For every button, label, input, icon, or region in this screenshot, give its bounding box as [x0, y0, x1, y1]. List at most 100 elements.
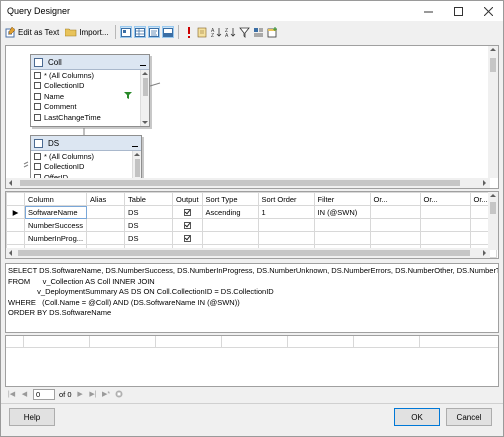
grid-cell-column[interactable]: SoftwareName: [23, 205, 88, 219]
record-number-input[interactable]: [33, 388, 55, 400]
sql-line: ORDER BY DS.SoftwareName: [8, 308, 112, 317]
footer-divider: [1, 403, 503, 404]
title-bar: Query Designer: [1, 1, 503, 21]
column-header: Alias: [86, 192, 126, 206]
verify-sql-icon[interactable]: [197, 26, 209, 38]
grid-cell-sort-order[interactable]: 1: [257, 205, 315, 219]
row-selector-arrow-icon[interactable]: ▶: [6, 205, 25, 219]
grid-row[interactable]: NumberSuccess DS: [6, 218, 497, 232]
last-record-icon[interactable]: ▶|: [89, 390, 98, 399]
column-checkbox[interactable]: [34, 152, 41, 160]
grid-horizontal-scrollbar[interactable]: [6, 248, 490, 258]
grid-cell-or[interactable]: [369, 218, 421, 232]
sort-descending-icon[interactable]: ZA: [225, 26, 237, 38]
results-pane-icon[interactable]: [161, 26, 174, 38]
grid-cell-alias[interactable]: [86, 218, 126, 232]
grid-cell-or[interactable]: [419, 218, 471, 232]
grid-cell-alias[interactable]: [86, 231, 126, 245]
import-label: Import...: [79, 27, 109, 37]
grid-cell-sort-type[interactable]: Ascending: [201, 205, 259, 219]
grid-cell-filter[interactable]: [313, 218, 371, 232]
window-title: Query Designer: [7, 6, 71, 16]
grid-vertical-scrollbar[interactable]: [488, 192, 498, 250]
edit-as-text-label: Edit as Text: [18, 27, 60, 37]
grid-cell-sort-order[interactable]: [257, 218, 315, 232]
edit-text-icon: [4, 26, 16, 38]
grid-cell-or[interactable]: [369, 205, 421, 219]
run-query-icon[interactable]: [183, 26, 195, 38]
grid-pane-icon[interactable]: [133, 26, 146, 38]
maximize-icon[interactable]: [443, 1, 473, 21]
column-checkbox[interactable]: [34, 163, 41, 171]
column-header: Table: [124, 192, 174, 206]
toolbar: Edit as Text Import... AZ Z A: [1, 21, 503, 43]
grid-cell-sort-type[interactable]: [201, 231, 259, 245]
toolbar-separator: [177, 25, 179, 39]
output-checkbox[interactable]: [183, 235, 191, 243]
results-pane[interactable]: [5, 335, 499, 387]
column-row[interactable]: CollectionID: [31, 162, 141, 173]
add-table-icon[interactable]: [267, 26, 279, 38]
grid-cell-table[interactable]: DS: [124, 205, 174, 219]
import-button[interactable]: Import...: [62, 23, 111, 41]
grid-cell-table[interactable]: DS: [124, 218, 174, 232]
svg-text:A: A: [225, 33, 229, 38]
grid-cell-filter[interactable]: IN (@SWN): [313, 205, 371, 219]
ok-button[interactable]: OK: [394, 408, 440, 426]
sort-ascending-icon[interactable]: AZ: [211, 26, 223, 38]
column-header: Output: [172, 192, 203, 206]
grid-cell-sort-order[interactable]: [257, 231, 315, 245]
grid-cell-or[interactable]: [419, 205, 471, 219]
record-navigation-bar: |◀ ◀ of 0 ▶ ▶| ▶*: [5, 387, 499, 401]
grid-row[interactable]: ▶ SoftwareName DS Ascending 1 IN (@SWN): [6, 205, 497, 219]
new-record-icon[interactable]: ▶*: [102, 390, 111, 399]
results-header-row: [6, 336, 498, 348]
group-by-icon[interactable]: [253, 26, 265, 38]
grid-row[interactable]: NumberInProg... DS: [6, 231, 497, 245]
output-checkbox[interactable]: [183, 222, 191, 230]
table-icon: [34, 138, 43, 148]
diagram-horizontal-scrollbar[interactable]: [6, 178, 490, 188]
stop-icon[interactable]: [115, 390, 124, 399]
sql-pane-icon[interactable]: [147, 26, 160, 38]
grid-cell-column[interactable]: NumberInProg...: [23, 231, 88, 245]
filter-icon[interactable]: [239, 26, 251, 38]
cancel-button[interactable]: Cancel: [446, 408, 492, 426]
sql-line: FROM v_Collection AS Coll INNER JOIN: [8, 276, 155, 286]
grid-cell-filter[interactable]: [313, 231, 371, 245]
grid-cell-table[interactable]: DS: [124, 231, 174, 245]
edit-as-text-button[interactable]: Edit as Text: [1, 23, 62, 41]
help-button[interactable]: Help: [9, 408, 55, 426]
diagram-pane[interactable]: Coll * (All Columns) CollectionID Name C…: [5, 45, 499, 189]
criteria-grid-pane[interactable]: Column Alias Table Output Sort Type Sort…: [5, 191, 499, 259]
first-record-icon[interactable]: |◀: [7, 390, 16, 399]
diagram-vertical-scrollbar[interactable]: [488, 46, 498, 178]
folder-icon: [65, 26, 77, 38]
grid-cell-output[interactable]: [172, 218, 203, 232]
grid-cell-or[interactable]: [419, 231, 471, 245]
grid-cell-output[interactable]: [172, 205, 203, 219]
row-selector[interactable]: [6, 218, 25, 232]
output-checkbox[interactable]: [183, 209, 191, 217]
diagram-pane-icon[interactable]: [119, 26, 132, 38]
grid-cell-or[interactable]: [369, 231, 421, 245]
grid-cell-output[interactable]: [172, 231, 203, 245]
close-icon[interactable]: [473, 1, 503, 21]
toolbar-separator: [114, 25, 116, 39]
grid-cell-sort-type[interactable]: [201, 218, 259, 232]
minimize-icon[interactable]: [413, 1, 443, 21]
grid-cell-column[interactable]: NumberSuccess: [23, 218, 88, 232]
minimize-table-icon[interactable]: [129, 137, 141, 149]
row-selector[interactable]: [6, 231, 25, 245]
grid-cell-alias[interactable]: [86, 205, 126, 219]
sql-pane[interactable]: SELECT DS.SoftwareName, DS.NumberSuccess…: [5, 263, 499, 333]
next-record-icon[interactable]: ▶: [76, 390, 85, 399]
column-header: Or...: [419, 192, 471, 206]
sql-line: v_DeploymentSummary AS DS ON Coll.Collec…: [8, 287, 274, 296]
table-header[interactable]: DS: [31, 136, 141, 151]
column-header: Sort Type: [201, 192, 259, 206]
sql-line: SELECT DS.SoftwareName, DS.NumberSuccess…: [8, 266, 499, 275]
column-row[interactable]: * (All Columns): [31, 151, 141, 162]
previous-record-icon[interactable]: ◀: [20, 390, 29, 399]
row-selector-header: [6, 192, 25, 206]
